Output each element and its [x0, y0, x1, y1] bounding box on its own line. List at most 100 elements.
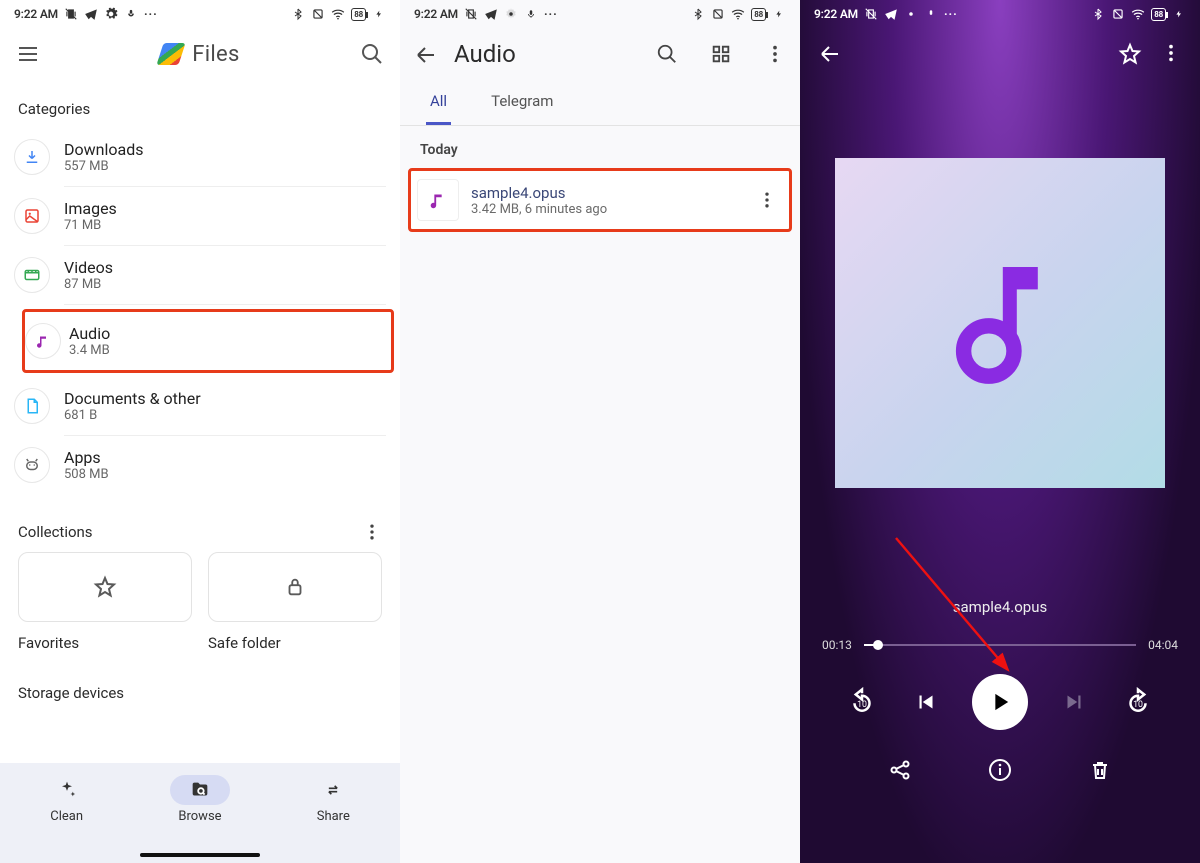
info-icon[interactable] — [986, 756, 1014, 784]
swap-icon — [303, 775, 363, 805]
bottom-nav: Clean Browse Share — [0, 763, 400, 863]
safefolder-card[interactable] — [208, 552, 382, 622]
mic-icon — [924, 7, 938, 21]
video-icon — [14, 257, 50, 293]
screen-music-player: 9:22 AM ··· 88 sample4.opu — [800, 0, 1200, 863]
share-icon[interactable] — [886, 756, 914, 784]
document-icon — [14, 388, 50, 424]
more-vertical-icon[interactable] — [764, 43, 786, 65]
playback-controls: 10 10 — [800, 674, 1200, 730]
rotate-lock-icon — [711, 7, 725, 21]
favorites-label: Favorites — [18, 634, 192, 652]
wifi-icon — [331, 7, 345, 21]
music-note-icon — [417, 179, 459, 221]
tab-telegram[interactable]: Telegram — [487, 92, 557, 125]
status-time: 9:22 AM — [414, 7, 458, 21]
status-bar: 9:22 AM ··· 88 — [800, 0, 1200, 28]
charging-icon — [372, 7, 386, 21]
vibrate-off-icon — [864, 7, 878, 21]
filter-tabs: All Telegram — [400, 80, 800, 126]
category-apps[interactable]: Apps 508 MB — [64, 436, 386, 494]
status-time: 9:22 AM — [814, 7, 858, 21]
battery-icon: 88 — [1151, 8, 1166, 21]
progress-track[interactable] — [864, 644, 1136, 646]
collections-cards — [0, 552, 400, 622]
tab-all[interactable]: All — [426, 92, 451, 125]
storage-header: Storage devices — [0, 660, 400, 702]
telegram-icon — [484, 7, 498, 21]
status-time: 9:22 AM — [14, 7, 58, 21]
skip-next-icon[interactable] — [1056, 684, 1092, 720]
category-list: Downloads 557 MB Images 71 MB Videos 87 … — [0, 128, 400, 494]
file-row-highlight[interactable]: sample4.opus 3.42 MB, 6 minutes ago — [408, 168, 792, 232]
svg-text:10: 10 — [857, 700, 867, 710]
gear-icon — [904, 7, 918, 21]
back-arrow-icon[interactable] — [818, 42, 840, 64]
favorites-card[interactable] — [18, 552, 192, 622]
star-icon[interactable] — [1118, 42, 1140, 64]
svg-text:10: 10 — [1133, 700, 1143, 710]
grid-view-icon[interactable] — [710, 43, 732, 65]
forward-10-icon[interactable]: 10 — [1120, 684, 1156, 720]
folder-search-icon — [170, 775, 230, 805]
time-elapsed: 00:13 — [822, 638, 852, 652]
page-title: Audio — [454, 40, 624, 68]
rewind-10-icon[interactable]: 10 — [844, 684, 880, 720]
categories-header: Categories — [0, 80, 400, 128]
download-icon — [14, 139, 50, 175]
bluetooth-icon — [1091, 7, 1105, 21]
category-downloads[interactable]: Downloads 557 MB — [64, 128, 386, 187]
search-icon[interactable] — [656, 43, 678, 65]
seek-bar[interactable]: 00:13 04:04 — [800, 616, 1200, 652]
telegram-icon — [84, 7, 98, 21]
audio-toolbar: Audio — [400, 28, 800, 80]
more-vertical-icon[interactable] — [1160, 42, 1182, 64]
wifi-icon — [1131, 7, 1145, 21]
play-button[interactable] — [972, 674, 1028, 730]
rotate-lock-icon — [1111, 7, 1125, 21]
day-header: Today — [400, 126, 800, 168]
category-videos[interactable]: Videos 87 MB — [64, 246, 386, 305]
file-meta: 3.42 MB, 6 minutes ago — [471, 202, 745, 217]
more-vertical-icon[interactable] — [362, 522, 382, 542]
screen-audio-list: 9:22 AM ··· 88 Audio All Telegram Today — [400, 0, 800, 863]
app-title: Files — [56, 42, 344, 67]
file-name: sample4.opus — [471, 184, 745, 202]
nav-indicator[interactable] — [140, 853, 260, 857]
music-note-large-icon — [930, 253, 1070, 393]
hamburger-icon[interactable] — [16, 42, 40, 66]
gear-icon — [104, 7, 118, 21]
charging-icon — [1172, 7, 1186, 21]
tab-browse[interactable]: Browse — [170, 775, 230, 824]
tab-clean[interactable]: Clean — [37, 775, 97, 824]
category-documents[interactable]: Documents & other 681 B — [64, 377, 386, 436]
safefolder-label: Safe folder — [208, 634, 382, 652]
category-audio[interactable]: Audio 3.4 MB — [69, 312, 383, 370]
collections-header: Collections — [0, 494, 400, 552]
wifi-icon — [731, 7, 745, 21]
track-title: sample4.opus — [800, 598, 1200, 616]
status-bar: 9:22 AM ··· 88 — [400, 0, 800, 28]
player-bottom-actions — [800, 756, 1200, 784]
delete-icon[interactable] — [1086, 756, 1114, 784]
rotate-lock-icon — [311, 7, 325, 21]
progress-thumb[interactable] — [873, 640, 883, 650]
bluetooth-icon — [291, 7, 305, 21]
skip-previous-icon[interactable] — [908, 684, 944, 720]
back-arrow-icon[interactable] — [414, 43, 436, 65]
vibrate-off-icon — [464, 7, 478, 21]
image-icon — [14, 198, 50, 234]
tab-share[interactable]: Share — [303, 775, 363, 824]
category-audio-highlight: Audio 3.4 MB — [22, 309, 394, 373]
lock-icon — [284, 576, 306, 598]
vibrate-off-icon — [64, 7, 78, 21]
battery-icon: 88 — [751, 8, 766, 21]
time-duration: 04:04 — [1148, 638, 1178, 652]
gear-icon — [504, 7, 518, 21]
music-note-icon — [25, 323, 61, 359]
search-icon[interactable] — [360, 42, 384, 66]
status-overflow: ··· — [144, 7, 158, 21]
more-vertical-icon[interactable] — [757, 190, 777, 210]
category-images[interactable]: Images 71 MB — [64, 187, 386, 246]
status-bar: 9:22 AM ··· — [0, 0, 400, 28]
